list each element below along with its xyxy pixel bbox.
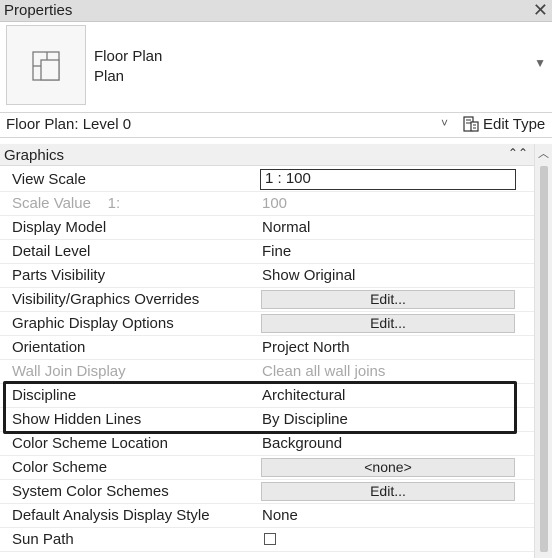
- property-row[interactable]: Display Model Normal: [0, 216, 534, 240]
- property-name: Wall Join Display: [12, 363, 126, 380]
- floor-plan-thumbnail: [6, 25, 86, 105]
- property-row[interactable]: Color Scheme <none>: [0, 456, 534, 480]
- property-name: Discipline: [12, 387, 77, 404]
- property-value[interactable]: Background: [262, 435, 342, 452]
- vg-overrides-edit-button[interactable]: Edit...: [261, 290, 515, 309]
- property-value[interactable]: None: [262, 507, 298, 524]
- vertical-scrollbar[interactable]: ︿: [534, 144, 552, 558]
- property-row[interactable]: Discipline Architectural: [0, 384, 534, 408]
- property-name: Visibility/Graphics Overrides: [12, 291, 200, 308]
- property-name: Scale Value 1:: [12, 195, 121, 212]
- property-name: Default Analysis Display Style: [12, 507, 210, 524]
- property-row: Scale Value 1: 100: [0, 192, 534, 216]
- sun-path-checkbox[interactable]: [264, 533, 276, 545]
- graphic-display-edit-button[interactable]: Edit...: [261, 314, 515, 333]
- property-name: Show Hidden Lines: [12, 411, 142, 428]
- type-family-label: Floor Plan: [94, 48, 163, 65]
- property-name: Parts Visibility: [12, 267, 106, 284]
- instance-dropdown-icon[interactable]: ˅: [441, 116, 448, 130]
- chevron-down-icon[interactable]: ▼: [534, 56, 546, 70]
- instance-filter-label: Floor Plan: Level 0: [6, 116, 132, 133]
- property-row[interactable]: Orientation Project North: [0, 336, 534, 360]
- property-row[interactable]: Parts Visibility Show Original: [0, 264, 534, 288]
- property-value[interactable]: Show Original: [262, 267, 355, 284]
- close-icon[interactable]: ✕: [533, 0, 548, 20]
- properties-title-bar: Properties ✕: [0, 0, 552, 22]
- property-row[interactable]: Default Analysis Display Style None: [0, 504, 534, 528]
- edit-type-label: Edit Type: [483, 115, 546, 133]
- instance-filter[interactable]: Floor Plan: Level 0 ˅ Edit Type: [0, 112, 552, 138]
- view-scale-input[interactable]: 1 : 100: [260, 169, 516, 190]
- property-value[interactable]: Normal: [262, 219, 310, 236]
- property-name: Orientation: [12, 339, 86, 356]
- property-name: View Scale: [12, 171, 86, 188]
- edit-type-icon: [463, 116, 479, 132]
- type-selector[interactable]: Floor Plan Plan ▼: [0, 22, 552, 110]
- type-label: Plan: [94, 68, 125, 85]
- property-row[interactable]: Sun Path: [0, 528, 534, 552]
- group-label: Graphics: [4, 147, 65, 164]
- property-name: Graphic Display Options: [12, 315, 174, 332]
- property-row[interactable]: Visibility/Graphics Overrides Edit...: [0, 288, 534, 312]
- property-row[interactable]: System Color Schemes Edit...: [0, 480, 534, 504]
- edit-type-button[interactable]: Edit Type: [462, 115, 545, 133]
- property-value[interactable]: Architectural: [262, 387, 345, 404]
- property-name: Display Model: [12, 219, 107, 236]
- window-title: Properties: [4, 2, 73, 19]
- property-name: System Color Schemes: [12, 483, 169, 500]
- property-row[interactable]: Detail Level Fine: [0, 240, 534, 264]
- scroll-up-icon[interactable]: ︿: [538, 145, 549, 161]
- property-value[interactable]: Fine: [262, 243, 291, 260]
- property-row[interactable]: Graphic Display Options Edit...: [0, 312, 534, 336]
- property-name: Detail Level: [12, 243, 91, 260]
- system-color-schemes-edit-button[interactable]: Edit...: [261, 482, 515, 501]
- property-name: Color Scheme: [12, 459, 108, 476]
- property-row[interactable]: Show Hidden Lines By Discipline: [0, 408, 534, 432]
- property-row[interactable]: View Scale 1 : 100: [0, 168, 534, 192]
- property-row[interactable]: Color Scheme Location Background: [0, 432, 534, 456]
- property-value[interactable]: Project North: [262, 339, 350, 356]
- property-row: Wall Join Display Clean all wall joins: [0, 360, 534, 384]
- group-header-graphics[interactable]: Graphics ⌃⌃: [0, 144, 534, 166]
- properties-list: View Scale 1 : 100 Scale Value 1: 100 Di…: [0, 168, 534, 552]
- color-scheme-button[interactable]: <none>: [261, 458, 515, 477]
- type-name: Floor Plan Plan: [94, 47, 162, 87]
- property-name: Color Scheme Location: [12, 435, 168, 452]
- property-value: Clean all wall joins: [262, 363, 386, 380]
- property-name: Sun Path: [12, 531, 74, 548]
- floor-plan-icon: [32, 51, 60, 81]
- property-value[interactable]: By Discipline: [262, 411, 348, 428]
- property-value: 100: [262, 195, 288, 212]
- scrollbar-thumb[interactable]: [540, 166, 548, 552]
- collapse-icon[interactable]: ⌃⌃: [508, 146, 528, 160]
